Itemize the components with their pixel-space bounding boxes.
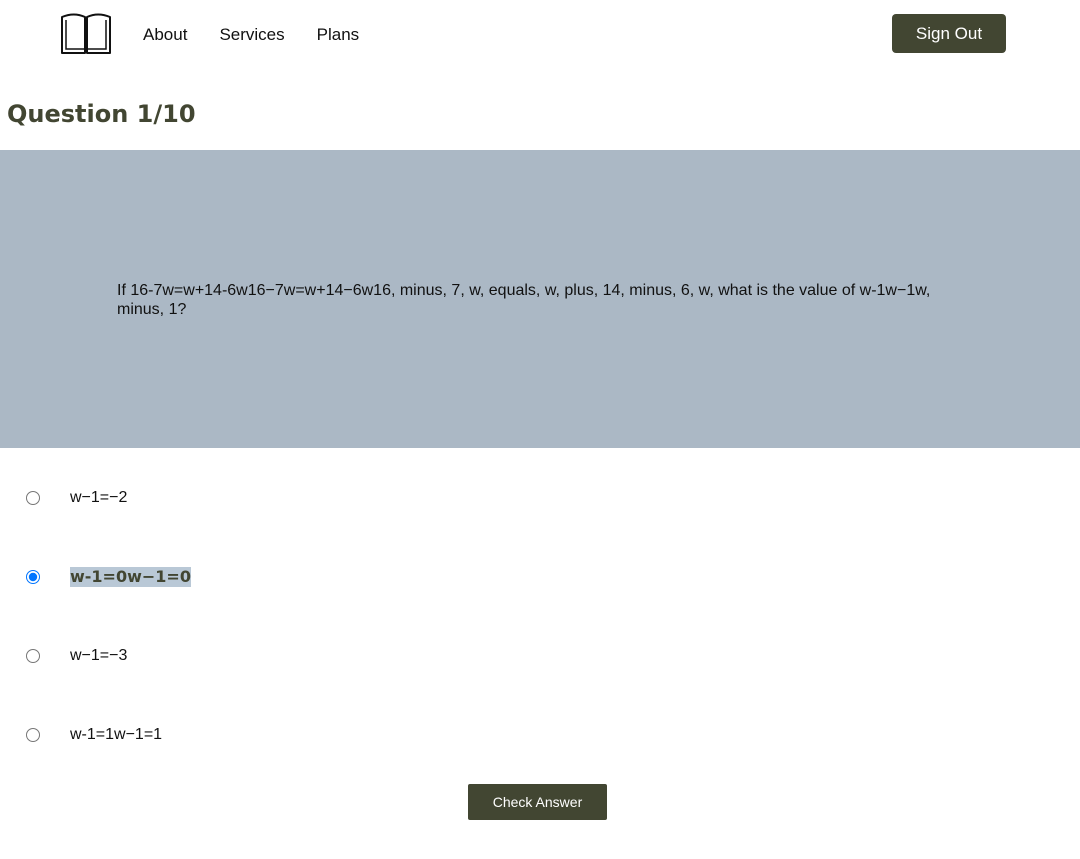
nav-link-plans[interactable]: Plans [317, 25, 360, 45]
question-panel: If 16-7w=w+14-6w16−7w=w+14−6w16, minus, … [0, 150, 1080, 448]
answer-option-4[interactable]: w-1=1w−1=1 [0, 725, 700, 749]
sign-out-button[interactable]: Sign Out [892, 14, 1006, 53]
answer-label-1[interactable]: w−1=−2 [70, 488, 127, 508]
answer-option-3[interactable]: w−1=−3 [0, 646, 700, 670]
check-answer-button[interactable]: Check Answer [468, 784, 607, 820]
main-nav: About Services Plans [143, 25, 391, 45]
answer-label-3[interactable]: w−1=−3 [70, 646, 127, 666]
answer-radio-3[interactable] [26, 649, 40, 663]
nav-link-about[interactable]: About [143, 25, 187, 45]
answer-label-2[interactable]: w-1=0w−1=0 [70, 567, 191, 587]
open-book-icon[interactable] [60, 12, 112, 55]
answer-option-2[interactable]: w-1=0w−1=0 [0, 567, 700, 591]
answer-radio-1[interactable] [26, 491, 40, 505]
answer-label-4[interactable]: w-1=1w−1=1 [70, 725, 162, 745]
question-title: Question 1/10 [7, 100, 196, 128]
answer-option-1[interactable]: w−1=−2 [0, 488, 700, 512]
nav-link-services[interactable]: Services [219, 25, 284, 45]
answer-radio-4[interactable] [26, 728, 40, 742]
question-text: If 16-7w=w+14-6w16−7w=w+14−6w16, minus, … [117, 282, 931, 318]
top-navbar: About Services Plans Sign Out [0, 0, 1080, 70]
answer-radio-2[interactable] [26, 570, 40, 584]
